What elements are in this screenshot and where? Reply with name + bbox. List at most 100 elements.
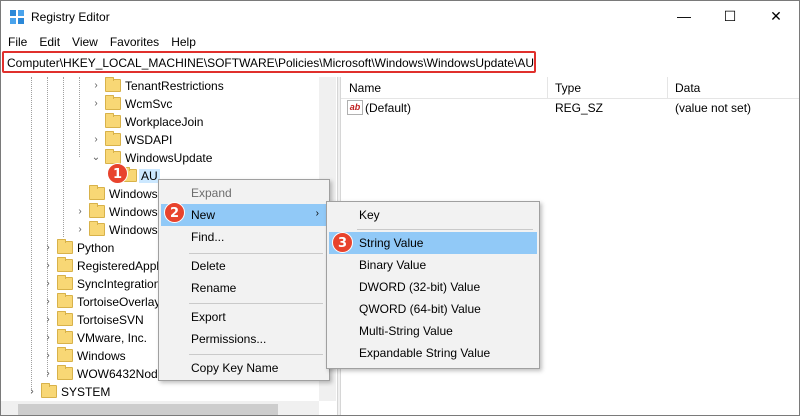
tree-horizontal-scrollbar[interactable] — [1, 401, 319, 415]
tree-guide-line — [63, 77, 64, 237]
list-header: Name Type Data — [341, 77, 799, 99]
list-row[interactable]: ab (Default) REG_SZ (value not set) — [341, 99, 799, 117]
folder-icon — [57, 293, 73, 308]
menu-view[interactable]: View — [66, 33, 104, 51]
menu-item-new[interactable]: New › — [161, 204, 327, 226]
chevron-right-icon[interactable]: › — [43, 368, 53, 380]
chevron-right-icon[interactable]: › — [43, 314, 53, 326]
step-badge-3: 3 — [332, 232, 353, 253]
folder-icon — [105, 95, 121, 110]
menu-separator — [189, 253, 323, 254]
submenu-item-qword-value[interactable]: QWORD (64-bit) Value — [329, 298, 537, 320]
registry-editor-app-icon — [10, 10, 24, 24]
menu-file[interactable]: File — [1, 33, 33, 51]
folder-icon — [89, 185, 105, 200]
maximize-button[interactable]: ☐ — [707, 1, 753, 31]
menu-separator — [189, 354, 323, 355]
column-divider[interactable] — [667, 77, 668, 99]
column-divider[interactable] — [547, 77, 548, 99]
registry-editor-window: Registry Editor — ☐ ✕ File Edit View Fav… — [0, 0, 800, 416]
menu-item-label: Expandable String Value — [359, 346, 491, 360]
step-badge-2: 2 — [164, 202, 185, 223]
folder-icon — [105, 77, 121, 92]
tree-node-label: Windows — [109, 205, 158, 219]
menu-bar: File Edit View Favorites Help — [1, 33, 202, 51]
tree-node-label: TenantRestrictions — [125, 79, 224, 93]
tree-node-label: WcmSvc — [125, 97, 173, 111]
submenu-item-string-value[interactable]: String Value — [329, 232, 537, 254]
chevron-right-icon[interactable]: › — [43, 278, 53, 290]
tree-node-label: TortoiseSVN — [77, 313, 144, 327]
chevron-right-icon[interactable] — [75, 188, 85, 200]
menu-edit[interactable]: Edit — [33, 33, 66, 51]
maximize-icon: ☐ — [723, 7, 737, 24]
menu-item-label: Key — [359, 208, 380, 222]
scrollbar-thumb[interactable] — [18, 404, 278, 415]
chevron-right-icon[interactable]: › — [91, 98, 101, 110]
new-submenu: Key String Value Binary Value DWORD (32-… — [326, 201, 540, 369]
menu-item-copy-key-name[interactable]: Copy Key Name — [161, 357, 327, 379]
menu-item-export[interactable]: Export — [161, 306, 327, 328]
submenu-item-dword-value[interactable]: DWORD (32-bit) Value — [329, 276, 537, 298]
chevron-right-icon[interactable]: › — [43, 296, 53, 308]
menu-item-find[interactable]: Find... — [161, 226, 327, 248]
column-header-data[interactable]: Data — [675, 81, 700, 95]
column-header-name[interactable]: Name — [349, 81, 381, 95]
submenu-item-expandable-string-value[interactable]: Expandable String Value — [329, 342, 537, 364]
menu-item-rename[interactable]: Rename — [161, 277, 327, 299]
tree-node-label: SyncIntegration — [77, 277, 161, 291]
menu-item-label: QWORD (64-bit) Value — [359, 302, 481, 316]
menu-item-delete[interactable]: Delete — [161, 255, 327, 277]
menu-item-label: Permissions... — [191, 332, 267, 346]
tree-guide-line — [79, 77, 80, 157]
folder-icon — [57, 239, 73, 254]
submenu-item-key[interactable]: Key — [329, 204, 537, 226]
submenu-item-multi-string-value[interactable]: Multi-String Value — [329, 320, 537, 342]
menu-item-expand[interactable]: Expand — [161, 182, 327, 204]
chevron-right-icon[interactable]: › — [43, 242, 53, 254]
menu-item-label: DWORD (32-bit) Value — [359, 280, 481, 294]
chevron-right-icon[interactable]: › — [75, 224, 85, 236]
value-name: (Default) — [365, 101, 412, 115]
menu-item-label: Multi-String Value — [359, 324, 453, 338]
folder-icon — [41, 383, 57, 398]
chevron-right-icon[interactable]: › — [91, 80, 101, 92]
tree-node-label: WSDAPI — [125, 133, 173, 147]
minimize-icon: — — [677, 8, 691, 24]
tree-node-label: VMware, Inc. — [77, 331, 148, 345]
chevron-right-icon[interactable]: › — [43, 350, 53, 362]
close-icon: ✕ — [770, 7, 782, 24]
tree-node-label: AU — [139, 169, 160, 183]
chevron-right-icon[interactable] — [91, 116, 101, 128]
folder-icon — [57, 347, 73, 362]
chevron-right-icon[interactable]: › — [91, 134, 101, 146]
menu-favorites[interactable]: Favorites — [104, 33, 165, 51]
menu-item-label: New — [191, 208, 216, 222]
string-value-icon: ab — [347, 100, 363, 115]
tree-node-label: SYSTEM — [61, 385, 111, 399]
menu-item-permissions[interactable]: Permissions... — [161, 328, 327, 350]
submenu-arrow-icon: › — [315, 208, 319, 219]
folder-icon — [105, 131, 121, 146]
chevron-right-icon[interactable]: › — [27, 386, 37, 398]
value-data: (value not set) — [675, 101, 752, 115]
folder-icon — [57, 329, 73, 344]
chevron-right-icon[interactable]: › — [43, 260, 53, 272]
close-button[interactable]: ✕ — [753, 1, 799, 31]
chevron-down-icon[interactable]: ⌄ — [91, 152, 101, 164]
title-bar: Registry Editor — ☐ ✕ — [1, 1, 799, 33]
menu-help[interactable]: Help — [165, 33, 202, 51]
folder-icon — [57, 275, 73, 290]
menu-item-label: Binary Value — [359, 258, 427, 272]
tree-node-label: TortoiseOverlay — [77, 295, 161, 309]
chevron-right-icon[interactable]: › — [75, 206, 85, 218]
chevron-right-icon[interactable]: › — [43, 332, 53, 344]
minimize-button[interactable]: — — [661, 1, 707, 31]
menu-item-label: Rename — [191, 281, 237, 295]
column-header-type[interactable]: Type — [555, 81, 581, 95]
menu-item-label: Export — [191, 310, 226, 324]
address-bar[interactable]: Computer\HKEY_LOCAL_MACHINE\SOFTWARE\Pol… — [2, 51, 536, 73]
tree-node-label: WOW6432Nod — [77, 367, 158, 381]
menu-item-label: Copy Key Name — [191, 361, 279, 375]
submenu-item-binary-value[interactable]: Binary Value — [329, 254, 537, 276]
